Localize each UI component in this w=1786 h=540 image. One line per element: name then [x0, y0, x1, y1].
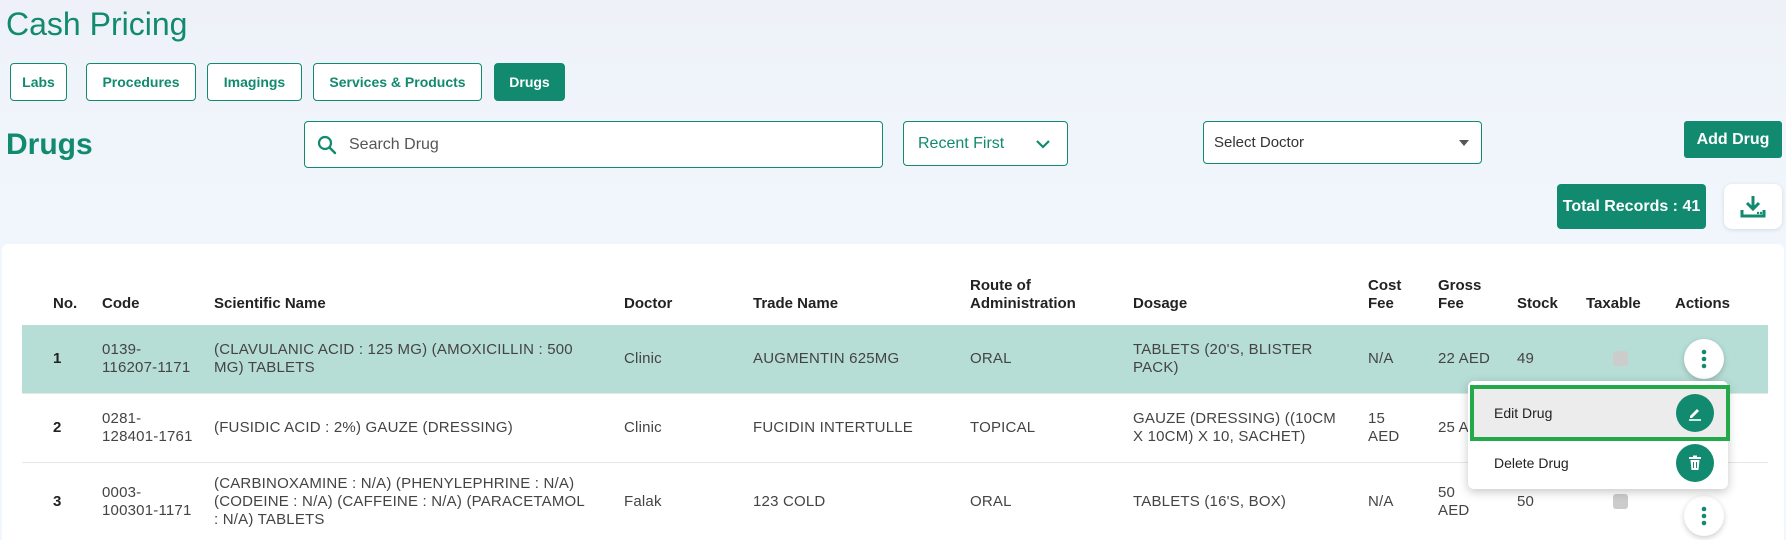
search-input[interactable] [349, 135, 882, 154]
header-taxable: Taxable [1586, 295, 1641, 312]
cell-no: 2 [53, 419, 62, 436]
cell-sci-line1: (CARBINOXAMINE : N/A) (PHENYLEPHRINE : N… [214, 475, 575, 492]
cell-dosage: GAUZE (DRESSING) ((10CM X 10CM) X 10, SA… [1133, 410, 1336, 446]
edit-icon[interactable] [1676, 394, 1714, 432]
cell-trade-name: AUGMENTIN 625MG [753, 350, 900, 367]
cell-dosage-line2: X 10CM) X 10, SACHET) [1133, 428, 1306, 445]
cell-gross-fee: 25 A [1438, 419, 1469, 436]
header-actions: Actions [1675, 295, 1731, 312]
cell-trade-name: 123 COLD [753, 493, 826, 510]
caret-down-icon [1459, 139, 1469, 146]
delete-drug-label: Delete Drug [1494, 455, 1569, 471]
page-title: Cash Pricing [6, 6, 188, 42]
search-icon [317, 135, 337, 154]
header-code: Code [102, 295, 140, 312]
tab-procedures[interactable]: Procedures [86, 63, 196, 101]
edit-drug-label: Edit Drug [1494, 405, 1553, 421]
total-records-badge: Total Records : 41 [1557, 184, 1706, 229]
taxable-checkbox[interactable] [1613, 351, 1628, 366]
cell-doctor: Clinic [624, 419, 662, 436]
cell-route: TOPICAL [970, 419, 1036, 436]
delete-drug-menu-item[interactable]: Delete Drug [1474, 439, 1726, 487]
cell-doctor: Clinic [624, 350, 662, 367]
cell-gross-fee: 22 AED [1438, 350, 1491, 367]
cell-cost-fee: N/A [1368, 493, 1394, 510]
cell-dosage-line1: GAUZE (DRESSING) ((10CM [1133, 410, 1336, 427]
header-stock: Stock [1517, 295, 1558, 312]
cell-doctor: Falak [624, 493, 662, 510]
cell-sci-line2: (CODEINE : N/A) (CAFFEINE : N/A) (PARACE… [214, 493, 585, 510]
tab-drugs[interactable]: Drugs [494, 63, 565, 101]
trash-icon[interactable] [1676, 444, 1714, 482]
cell-cost-line1: 15 [1368, 410, 1386, 427]
cell-dosage: TABLETS (20'S, BLISTER PACK) [1133, 341, 1313, 377]
header-doctor: Doctor [624, 295, 673, 312]
header-cost-line2: Fee [1368, 295, 1394, 312]
header-cost-line1: Cost [1368, 277, 1402, 294]
cell-route: ORAL [970, 493, 1012, 510]
cell-code-line2: 100301-1171 [102, 502, 192, 519]
row-action-menu: Edit Drug Delete Drug [1468, 381, 1730, 489]
tab-services-products[interactable]: Services & Products [313, 63, 482, 101]
header-no: No. [53, 295, 78, 312]
header-gross-line2: Fee [1438, 295, 1464, 312]
cell-trade-name: FUCIDIN INTERTULLE [753, 419, 914, 436]
header-scientific-name: Scientific Name [214, 295, 326, 312]
header-route: Route of Administration [970, 277, 1076, 313]
taxable-checkbox[interactable] [1613, 494, 1628, 509]
cell-code-line2: 116207-1171 [102, 359, 191, 376]
cell-stock: 50 [1517, 493, 1535, 510]
section-title: Drugs [6, 128, 93, 161]
header-route-line1: Route of [970, 277, 1031, 294]
download-icon [1740, 195, 1766, 217]
add-drug-button[interactable]: Add Drug [1684, 121, 1782, 158]
cell-route: ORAL [970, 350, 1012, 367]
cell-code: 0139- 116207-1171 [102, 341, 190, 377]
cell-no: 3 [53, 493, 62, 510]
cell-gross-line2: AED [1438, 502, 1470, 519]
row-actions-button[interactable] [1684, 339, 1724, 379]
doctor-select[interactable]: Select Doctor [1203, 121, 1482, 164]
sort-select-value: Recent First [918, 134, 1005, 152]
download-button[interactable] [1724, 184, 1782, 229]
cell-sci-line3: : N/A) TABLETS [214, 511, 325, 528]
chevron-down-icon [1036, 139, 1050, 149]
cell-code-line2: 128401-1761 [102, 428, 193, 445]
tab-labs[interactable]: Labs [10, 63, 67, 101]
cell-scientific-name: (CARBINOXAMINE : N/A) (PHENYLEPHRINE : N… [214, 475, 585, 529]
cell-gross-line1: 50 [1438, 484, 1456, 501]
header-dosage: Dosage [1133, 295, 1188, 312]
cell-scientific-name: (CLAVULANIC ACID : 125 MG) (AMOXICILLIN … [214, 341, 573, 377]
cell-sci-line2: MG) TABLETS [214, 359, 315, 376]
cell-code: 0281- 128401-1761 [102, 410, 193, 446]
cell-dosage-line1: TABLETS (20'S, BLISTER [1133, 341, 1313, 358]
cell-sci-line1: (CLAVULANIC ACID : 125 MG) (AMOXICILLIN … [214, 341, 573, 358]
doctor-select-placeholder: Select Doctor [1214, 134, 1305, 151]
cell-cost-line2: AED [1368, 428, 1400, 445]
header-gross-fee: Gross Fee [1438, 277, 1481, 313]
more-vertical-icon [1701, 349, 1707, 369]
header-cost-fee: Cost Fee [1368, 277, 1401, 313]
sort-select[interactable]: Recent First [903, 121, 1068, 166]
header-gross-line1: Gross [1438, 277, 1482, 294]
cell-no: 1 [53, 350, 62, 367]
cell-code-line1: 0139- [102, 341, 142, 358]
cell-gross-fee: 50 AED [1438, 484, 1469, 520]
header-route-line2: Administration [970, 295, 1076, 312]
tab-imagings[interactable]: Imagings [207, 63, 302, 101]
more-vertical-icon [1701, 506, 1707, 526]
search-box [304, 121, 883, 168]
header-trade-name: Trade Name [753, 295, 839, 312]
cell-scientific-name: (FUSIDIC ACID : 2%) GAUZE (DRESSING) [214, 419, 513, 436]
cell-code-line1: 0281- [102, 410, 142, 427]
cell-code: 0003- 100301-1171 [102, 484, 192, 520]
row-actions-button[interactable] [1684, 496, 1724, 536]
cell-dosage-line2: PACK) [1133, 359, 1179, 376]
cell-cost-fee: 15 AED [1368, 410, 1399, 446]
cell-stock: 49 [1517, 350, 1535, 367]
cell-dosage: TABLETS (16'S, BOX) [1133, 493, 1287, 510]
cell-cost-fee: N/A [1368, 350, 1394, 367]
cell-code-line1: 0003- [102, 484, 142, 501]
edit-drug-menu-item[interactable]: Edit Drug [1470, 385, 1730, 441]
